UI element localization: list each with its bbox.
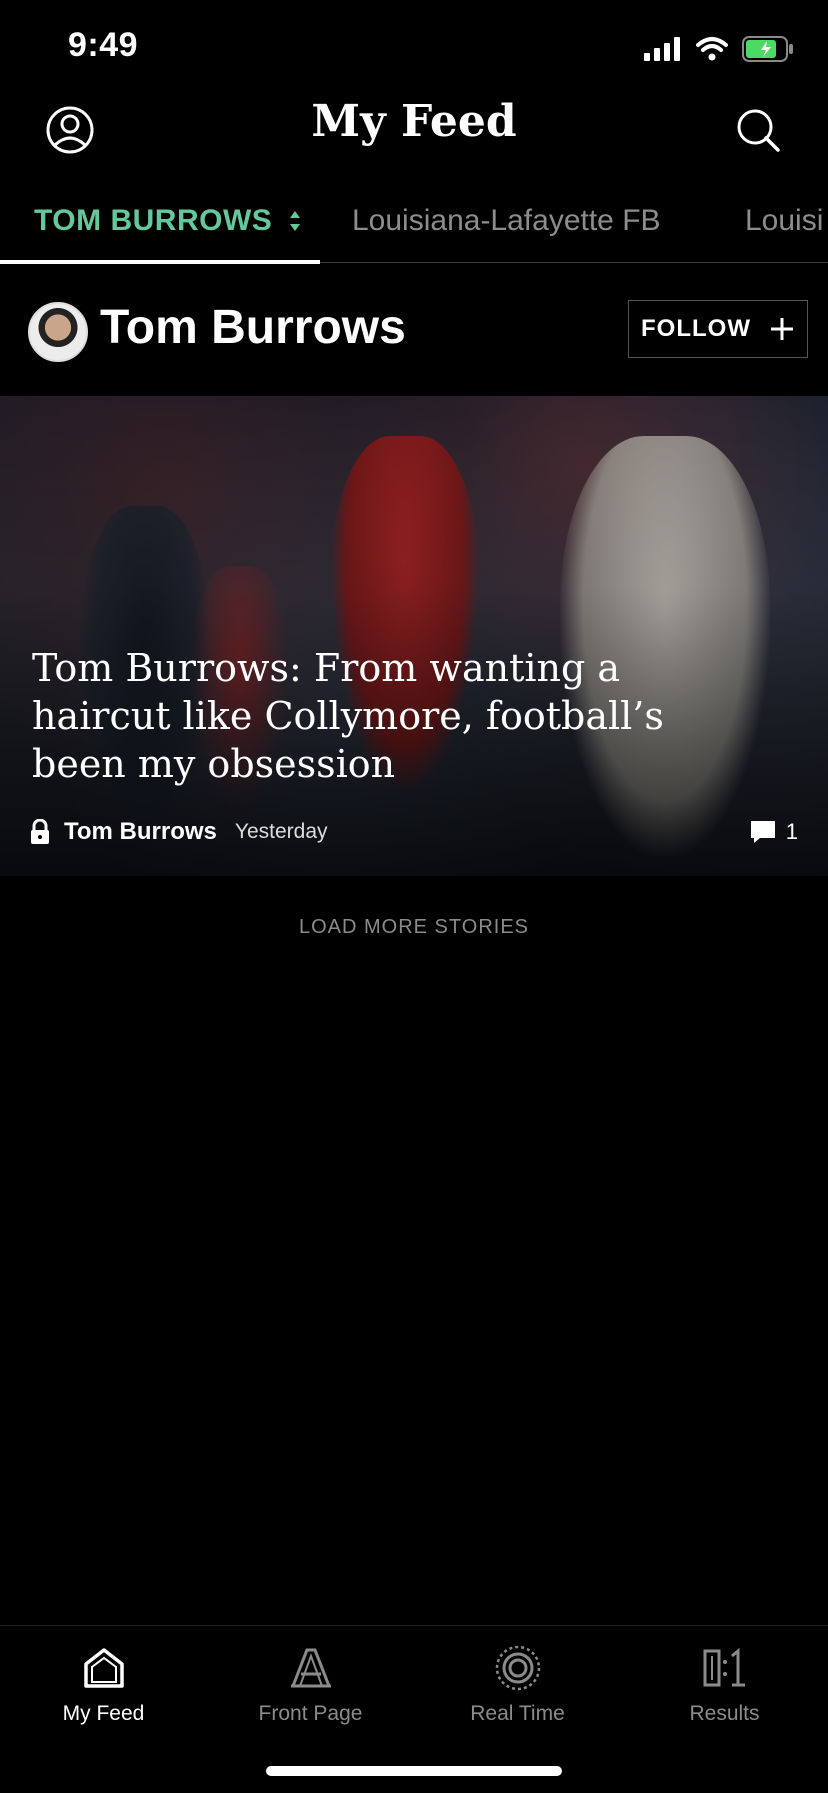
story-time: Yesterday	[234, 820, 328, 843]
tab-label: TOM BURROWS	[34, 204, 273, 237]
nav-label: Front Page	[258, 1702, 363, 1725]
lock-icon	[31, 819, 49, 844]
story-title[interactable]: Tom Burrows: From wanting a haircut like…	[32, 644, 732, 788]
author-name[interactable]: Tom Burrows	[100, 300, 406, 355]
home-indicator	[266, 1766, 562, 1776]
nav-my-feed[interactable]: My Feed	[0, 1640, 207, 1726]
active-tab-indicator	[0, 260, 320, 264]
plus-icon	[770, 318, 793, 340]
results-icon	[703, 1648, 745, 1687]
follow-button[interactable]: FOLLOW	[628, 300, 808, 358]
signal-icon	[644, 37, 680, 61]
avatar[interactable]	[28, 302, 88, 362]
feed-tabs: TOM BURROWS Louisiana-Lafayette FB Louis…	[0, 190, 828, 264]
page-title: My Feed	[311, 96, 517, 147]
load-more-button[interactable]: LOAD MORE STORIES	[0, 916, 828, 939]
story-author[interactable]: Tom Burrows	[64, 818, 217, 846]
comment-count: 1	[785, 819, 798, 844]
home-icon	[83, 1648, 124, 1688]
nav-label: My Feed	[62, 1702, 145, 1725]
real-time-icon	[495, 1645, 540, 1691]
wifi-icon	[696, 37, 728, 61]
follow-label: FOLLOW	[641, 315, 751, 342]
tab-louisiana-lafayette-fb[interactable]: Louisiana-Lafayette FB	[352, 204, 661, 238]
nav-label: Results	[689, 1702, 760, 1725]
tab-louisiana-partial[interactable]: Louisi	[745, 204, 823, 238]
nav-results[interactable]: Results	[621, 1640, 828, 1726]
nav-label: Real Time	[470, 1702, 565, 1725]
status-time: 9:49	[68, 26, 139, 64]
comments-button[interactable]: 1	[750, 819, 798, 845]
story-meta: Tom Burrows Yesterday 1	[30, 814, 798, 850]
battery-icon	[742, 36, 793, 62]
comment-icon	[750, 821, 775, 843]
front-page-icon	[290, 1648, 331, 1688]
nav-front-page[interactable]: Front Page	[207, 1640, 414, 1726]
search-icon	[737, 109, 780, 152]
nav-real-time[interactable]: Real Time	[414, 1640, 621, 1726]
search-button[interactable]	[730, 102, 786, 158]
story-card[interactable]: Tom Burrows: From wanting a haircut like…	[0, 396, 828, 876]
sort-arrows-icon	[290, 211, 301, 231]
status-icons	[644, 36, 794, 62]
tab-tom-burrows[interactable]: TOM BURROWS	[34, 204, 302, 238]
